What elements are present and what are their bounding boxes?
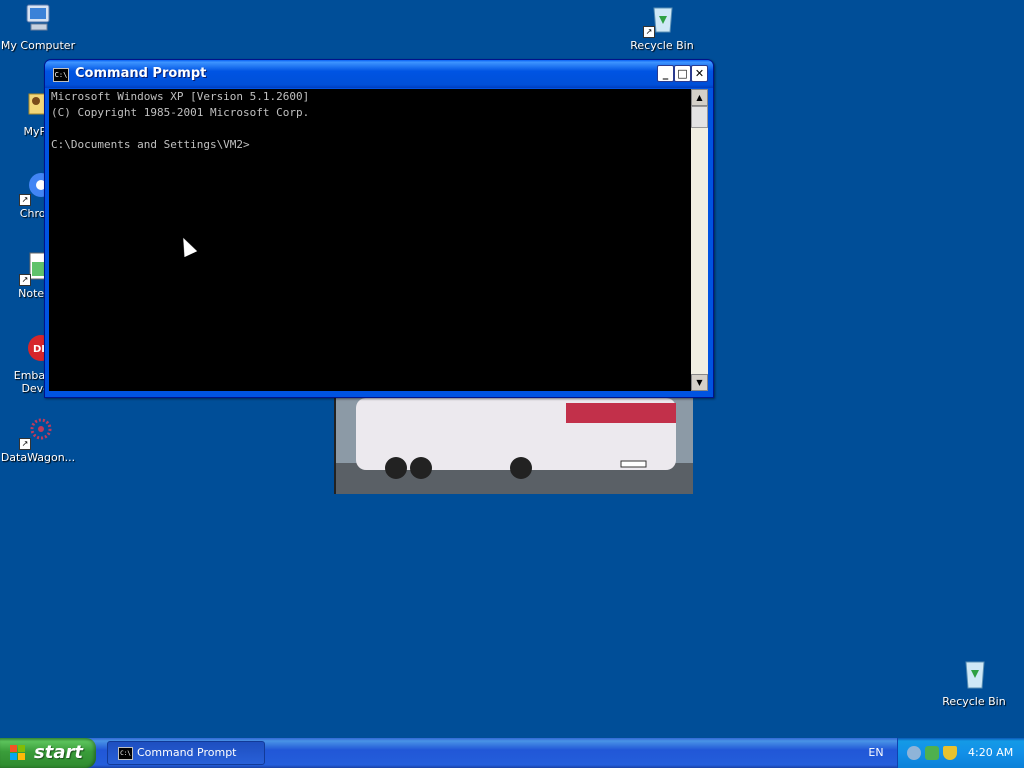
desktop-icon-label: DataWagon... bbox=[0, 451, 76, 464]
recycle-bin-icon: ↗ bbox=[643, 2, 679, 38]
start-label: start bbox=[34, 742, 83, 763]
maximize-button[interactable]: □ bbox=[674, 65, 691, 82]
windows-flag-icon bbox=[10, 745, 26, 761]
security-shield-icon[interactable] bbox=[943, 746, 957, 760]
shortcut-arrow-icon: ↗ bbox=[19, 194, 31, 206]
desktop-icon-recycle-bin-top[interactable]: ↗ Recycle Bin bbox=[624, 2, 700, 52]
computer-icon bbox=[21, 2, 55, 36]
console-line-1: Microsoft Windows XP [Version 5.1.2600] bbox=[51, 90, 310, 103]
desktop-icon-label: Recycle Bin bbox=[942, 695, 1006, 708]
close-button[interactable]: ✕ bbox=[691, 65, 708, 82]
console-prompt-line: C:\Documents and Settings\VM2> bbox=[51, 138, 250, 151]
system-tray: 4:20 AM bbox=[897, 738, 1024, 768]
desktop-icon-my-computer[interactable]: My Computer bbox=[0, 2, 76, 52]
desktop-icon-label: My Computer bbox=[0, 39, 76, 52]
shortcut-arrow-icon: ↗ bbox=[19, 438, 31, 450]
recycle-bin-icon bbox=[957, 658, 991, 692]
network-icon[interactable] bbox=[907, 746, 921, 760]
scroll-thumb[interactable] bbox=[691, 106, 708, 128]
scroll-down-button[interactable]: ▼ bbox=[691, 374, 708, 391]
shortcut-arrow-icon: ↗ bbox=[643, 26, 655, 38]
update-icon[interactable] bbox=[925, 746, 939, 760]
title-bar[interactable]: C:\ Command Prompt _ □ ✕ bbox=[45, 60, 713, 88]
taskbar-button-command-prompt[interactable]: C:\ Command Prompt bbox=[107, 741, 265, 765]
vertical-scrollbar[interactable]: ▲ ▼ bbox=[691, 89, 708, 391]
datawagon-icon: ↗ bbox=[19, 414, 55, 450]
window-title: Command Prompt bbox=[75, 66, 207, 81]
desktop-icon-label: Recycle Bin bbox=[630, 39, 694, 52]
minimize-button[interactable]: _ bbox=[657, 65, 674, 82]
scroll-up-button[interactable]: ▲ bbox=[691, 89, 708, 106]
start-button[interactable]: start bbox=[0, 738, 96, 768]
console-icon: C:\ bbox=[118, 747, 133, 760]
taskbar: start C:\ Command Prompt EN 4:20 AM bbox=[0, 738, 1024, 768]
console-icon: C:\ bbox=[53, 68, 69, 82]
bus-photo-window[interactable] bbox=[334, 393, 693, 494]
desktop-icon-recycle-bin[interactable]: Recycle Bin bbox=[936, 658, 1012, 708]
bus-image bbox=[336, 393, 693, 494]
shortcut-arrow-icon: ↗ bbox=[19, 274, 31, 286]
console-line-2: (C) Copyright 1985-2001 Microsoft Corp. bbox=[51, 106, 310, 119]
command-prompt-window[interactable]: C:\ Command Prompt _ □ ✕ Microsoft Windo… bbox=[44, 59, 714, 398]
desktop-icon-datawagon[interactable]: ↗ DataWagon... bbox=[0, 414, 76, 464]
console-output[interactable]: Microsoft Windows XP [Version 5.1.2600] (… bbox=[49, 89, 691, 391]
language-indicator[interactable]: EN bbox=[862, 738, 890, 768]
console-line-3 bbox=[49, 121, 691, 137]
taskbar-button-label: Command Prompt bbox=[137, 746, 237, 759]
clock[interactable]: 4:20 AM bbox=[968, 738, 1013, 768]
